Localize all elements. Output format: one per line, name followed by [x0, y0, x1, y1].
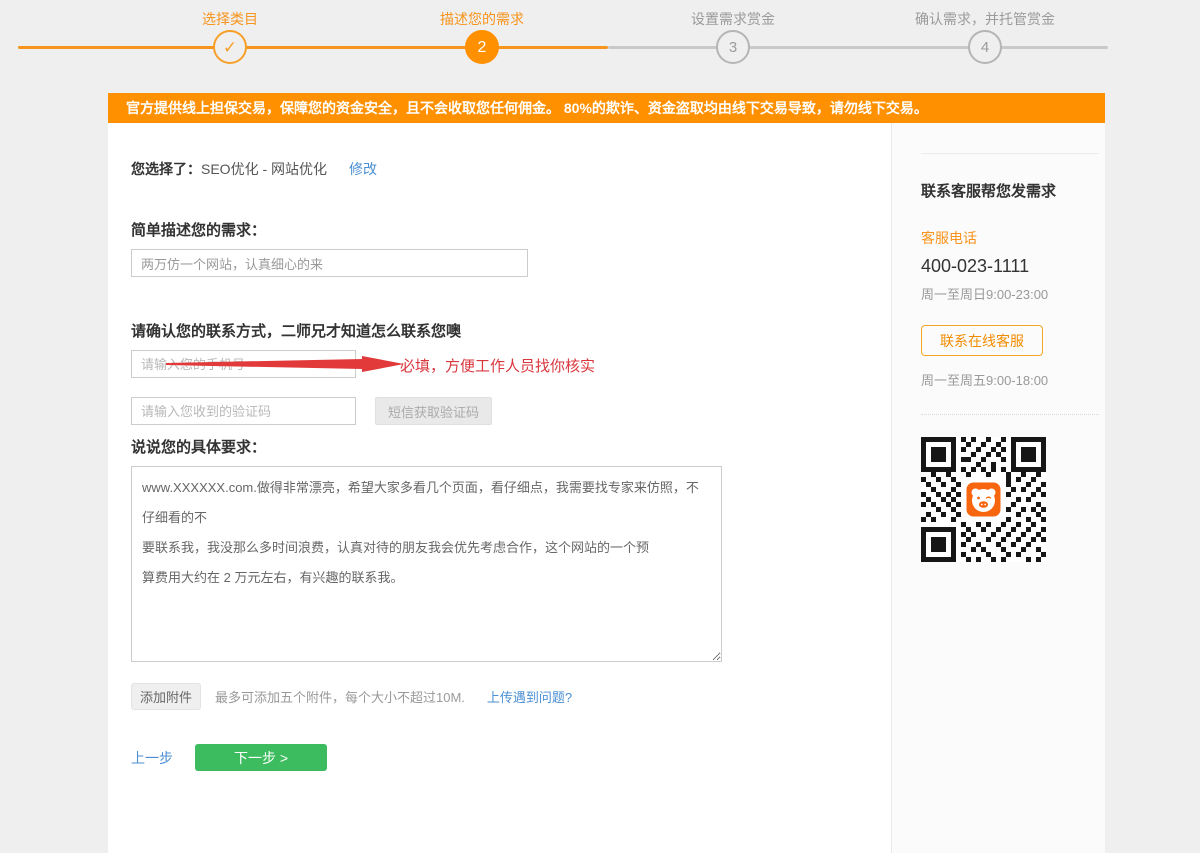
step-label-2: 描述您的需求 — [372, 9, 592, 29]
red-arrow-annotation-icon — [166, 353, 406, 375]
sidebar-title: 联系客服帮您发需求 — [921, 180, 1105, 201]
security-warning-banner: 官方提供线上担保交易，保障您的资金安全，且不会收取您任何佣金。 80%的欺诈、资… — [108, 93, 1105, 123]
step-label-3: 设置需求赏金 — [623, 9, 843, 29]
service-phone-label: 客服电话 — [921, 228, 1105, 248]
step-label-1: 选择类目 — [120, 9, 340, 29]
sidebar-dotted-divider — [921, 414, 1099, 415]
qr-code — [921, 437, 1046, 562]
selected-category-value: SEO优化 - 网站优化 — [201, 161, 327, 177]
content-panel: 官方提供线上担保交易，保障您的资金安全，且不会收取您任何佣金。 80%的欺诈、资… — [108, 93, 1105, 853]
step-circle-done-check-icon: ✓ — [213, 30, 247, 64]
step-label-4: 确认需求，并托管赏金 — [875, 9, 1095, 29]
attachment-hint: 最多可添加五个附件，每个大小不超过10M. — [215, 687, 465, 706]
contact-heading: 请确认您的联系方式，二师兄才知道怎么联系您噢 — [131, 320, 461, 341]
selected-category-label: 您选择了： — [131, 161, 201, 177]
next-step-button[interactable]: 下一步 > — [195, 744, 327, 771]
get-sms-code-button[interactable]: 短信获取验证码 — [375, 397, 492, 425]
modify-category-link[interactable]: 修改 — [349, 161, 377, 177]
form-area: 您选择了：SEO优化 - 网站优化 修改 简单描述您的需求： 请确认您的联系方式，… — [108, 123, 891, 853]
progress-track-todo — [608, 46, 1108, 49]
upload-help-link[interactable]: 上传遇到问题? — [487, 687, 572, 706]
step-circle-current: 2 — [465, 30, 499, 64]
step-circle-3: 3 — [716, 30, 750, 64]
customer-service-sidebar: 联系客服帮您发需求 客服电话 400-023-1111 周一至周日9:00-23… — [891, 123, 1105, 853]
required-annotation-text: 必填，方便工作人员找你核实 — [400, 355, 595, 376]
progress-track-done — [18, 46, 608, 49]
selected-category-row: 您选择了：SEO优化 - 网站优化 修改 — [131, 159, 377, 179]
detail-heading: 说说您的具体要求： — [131, 436, 266, 457]
wizard-footer: 上一步 下一步 > — [131, 744, 327, 771]
brief-requirement-input[interactable] — [131, 249, 528, 277]
service-phone-hours: 周一至周日9:00-23:00 — [921, 284, 1105, 303]
attachment-row: 添加附件 最多可添加五个附件，每个大小不超过10M. 上传遇到问题? — [131, 683, 572, 710]
add-attachment-button[interactable]: 添加附件 — [131, 683, 201, 710]
qr-center-pig-logo-icon — [966, 482, 1002, 518]
online-service-button[interactable]: 联系在线客服 — [921, 325, 1043, 356]
service-phone-number: 400-023-1111 — [921, 256, 1105, 277]
step-circle-4: 4 — [968, 30, 1002, 64]
detail-requirement-textarea[interactable]: www.XXXXXX.com.做得非常漂亮，希望大家多看几个页面，看仔细点，我需… — [131, 466, 722, 662]
sidebar-top-divider — [921, 153, 1099, 154]
progress-steps: 选择类目 描述您的需求 设置需求赏金 确认需求，并托管赏金 ✓ 2 3 4 — [0, 0, 1200, 90]
brief-heading: 简单描述您的需求： — [131, 219, 266, 240]
verification-code-input[interactable] — [131, 397, 356, 425]
online-service-hours: 周一至周五9:00-18:00 — [921, 370, 1105, 389]
previous-step-link[interactable]: 上一步 — [131, 748, 173, 768]
